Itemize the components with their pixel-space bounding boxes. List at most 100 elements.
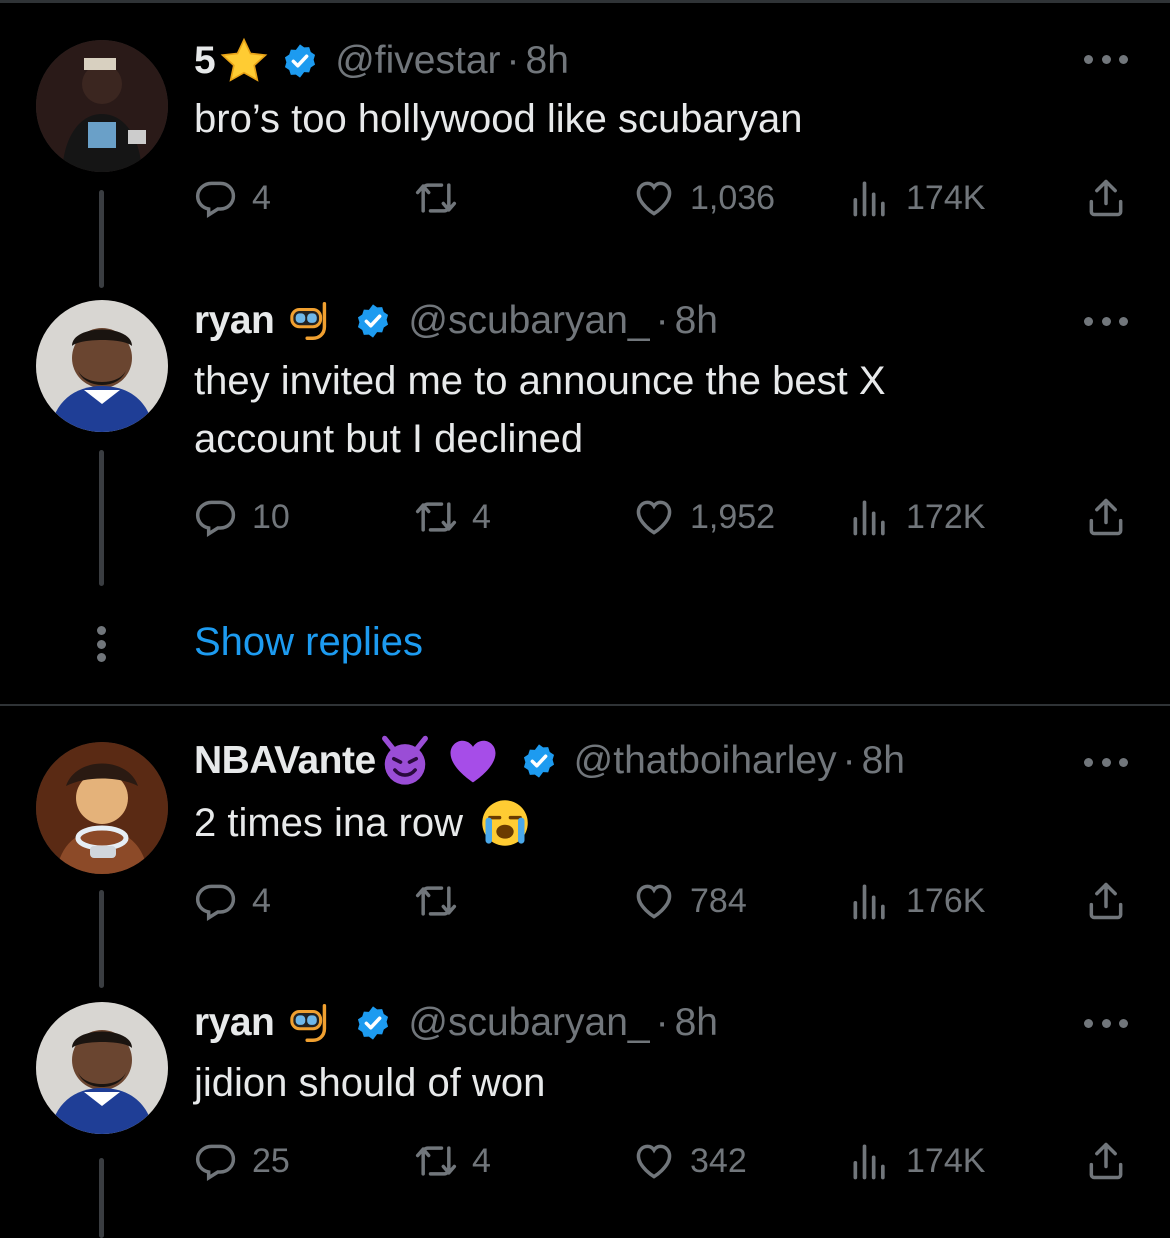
like-icon (632, 879, 676, 923)
retweet-icon (414, 1139, 458, 1183)
share-button[interactable] (1084, 1136, 1128, 1186)
avatar[interactable] (36, 742, 168, 874)
retweet-count: 4 (472, 1141, 491, 1180)
tweet[interactable]: 5 @fivestar · 8h bro’s too hollywood lik… (0, 0, 1170, 288)
like-count: 342 (690, 1141, 747, 1180)
timestamp[interactable]: 8h (862, 739, 905, 783)
reply-count: 25 (252, 1141, 290, 1180)
share-button[interactable] (1084, 173, 1128, 223)
timestamp[interactable]: 8h (526, 39, 569, 83)
like-count: 1,036 (690, 178, 776, 217)
retweet-icon (414, 176, 458, 220)
tweet-header: NBAVante @thatboiharley · 8h (194, 736, 905, 786)
like-button[interactable]: 1,036 (632, 173, 775, 223)
more-icon[interactable] (1084, 315, 1128, 327)
avatar[interactable] (36, 1002, 168, 1134)
share-button[interactable] (1084, 492, 1128, 542)
tweet[interactable]: NBAVante @thatboiharley · 8h 2 times ina… (0, 706, 1170, 988)
diving-mask-emoji (288, 1000, 334, 1046)
reply-button[interactable]: 4 (194, 876, 271, 926)
display-name[interactable]: ryan (194, 299, 275, 343)
retweet-icon (414, 879, 458, 923)
handle[interactable]: @scubaryan_ (408, 1001, 649, 1045)
reply-count: 4 (252, 881, 271, 920)
like-button[interactable]: 342 (632, 1136, 747, 1186)
tweet[interactable]: ryan @scubaryan_ · 8h they invited me to… (0, 260, 1170, 600)
tweet-actions: 10 4 1,952 172K (194, 492, 1134, 542)
reply-count: 4 (252, 178, 271, 217)
avatar[interactable] (36, 300, 168, 432)
more-replies-icon (95, 626, 107, 662)
tweet-header: ryan @scubaryan_ · 8h (194, 998, 718, 1048)
reply-icon (194, 1139, 238, 1183)
tweet-actions: 4 1,036 174K (194, 173, 1134, 223)
display-name[interactable]: 5 (194, 39, 216, 83)
timestamp[interactable]: 8h (675, 299, 718, 343)
retweet-button[interactable] (414, 876, 472, 926)
handle[interactable]: @scubaryan_ (408, 299, 649, 343)
share-icon (1084, 176, 1128, 220)
retweet-count: 4 (472, 497, 491, 536)
share-icon (1084, 879, 1128, 923)
like-count: 784 (690, 881, 747, 920)
reply-button[interactable]: 25 (194, 1136, 290, 1186)
retweet-button[interactable]: 4 (414, 492, 491, 542)
more-icon[interactable] (1084, 1017, 1128, 1029)
tweet-header: ryan @scubaryan_ · 8h (194, 296, 718, 346)
more-icon[interactable] (1084, 756, 1128, 768)
retweet-icon (414, 495, 458, 539)
reply-button[interactable]: 10 (194, 492, 290, 542)
separator-dot: · (506, 39, 520, 82)
views-button[interactable]: 174K (848, 1136, 985, 1186)
share-button[interactable] (1084, 876, 1128, 926)
verified-badge-icon[interactable] (354, 1004, 392, 1042)
tweet[interactable]: ryan @scubaryan_ · 8h jidion should of w… (0, 962, 1170, 1238)
display-name[interactable]: NBAVante (194, 739, 376, 783)
timestamp[interactable]: 8h (675, 1001, 718, 1045)
verified-badge-icon[interactable] (520, 742, 558, 780)
diving-mask-emoji (288, 298, 334, 344)
retweet-button[interactable]: 4 (414, 1136, 491, 1186)
smiling-devil-emoji (378, 734, 432, 788)
tweet-text: jidion should of won (194, 1061, 546, 1105)
tweet-text: bro’s too hollywood like scubaryan (194, 97, 803, 141)
handle[interactable]: @thatboiharley (574, 739, 837, 783)
show-replies-link[interactable]: Show replies (194, 620, 423, 665)
avatar[interactable] (36, 40, 168, 172)
separator-dot: · (655, 1001, 669, 1044)
tweet-actions: 4 784 176K (194, 876, 1134, 926)
display-name[interactable]: ryan (194, 1001, 275, 1045)
views-button[interactable]: 176K (848, 876, 985, 926)
retweet-button[interactable] (414, 173, 472, 223)
like-icon (632, 1139, 676, 1183)
reply-icon (194, 879, 238, 923)
tweet-text: they invited me to announce the best X a… (194, 359, 886, 461)
handle[interactable]: @fivestar (335, 39, 500, 83)
reply-button[interactable]: 4 (194, 173, 271, 223)
purple-heart-emoji (446, 734, 500, 788)
verified-badge-icon[interactable] (281, 42, 319, 80)
like-button[interactable]: 1,952 (632, 492, 775, 542)
views-button[interactable]: 172K (848, 492, 985, 542)
share-icon (1084, 1139, 1128, 1183)
like-count: 1,952 (690, 497, 776, 536)
like-button[interactable]: 784 (632, 876, 747, 926)
views-count: 174K (906, 1141, 986, 1180)
share-icon (1084, 495, 1128, 539)
verified-badge-icon[interactable] (354, 302, 392, 340)
tweet-text: 2 times ina row (194, 794, 1094, 852)
crying-face-emoji (479, 797, 531, 849)
views-button[interactable]: 174K (848, 173, 985, 223)
separator-dot: · (655, 299, 669, 342)
more-icon[interactable] (1084, 53, 1128, 65)
tweet-text-body: 2 times ina row (194, 801, 463, 845)
views-icon (848, 176, 892, 220)
star-emoji (219, 36, 269, 86)
reply-icon (194, 495, 238, 539)
views-icon (848, 1139, 892, 1183)
reply-count: 10 (252, 497, 290, 536)
views-icon (848, 495, 892, 539)
like-icon (632, 176, 676, 220)
thread-line (99, 450, 104, 586)
views-count: 176K (906, 881, 986, 920)
